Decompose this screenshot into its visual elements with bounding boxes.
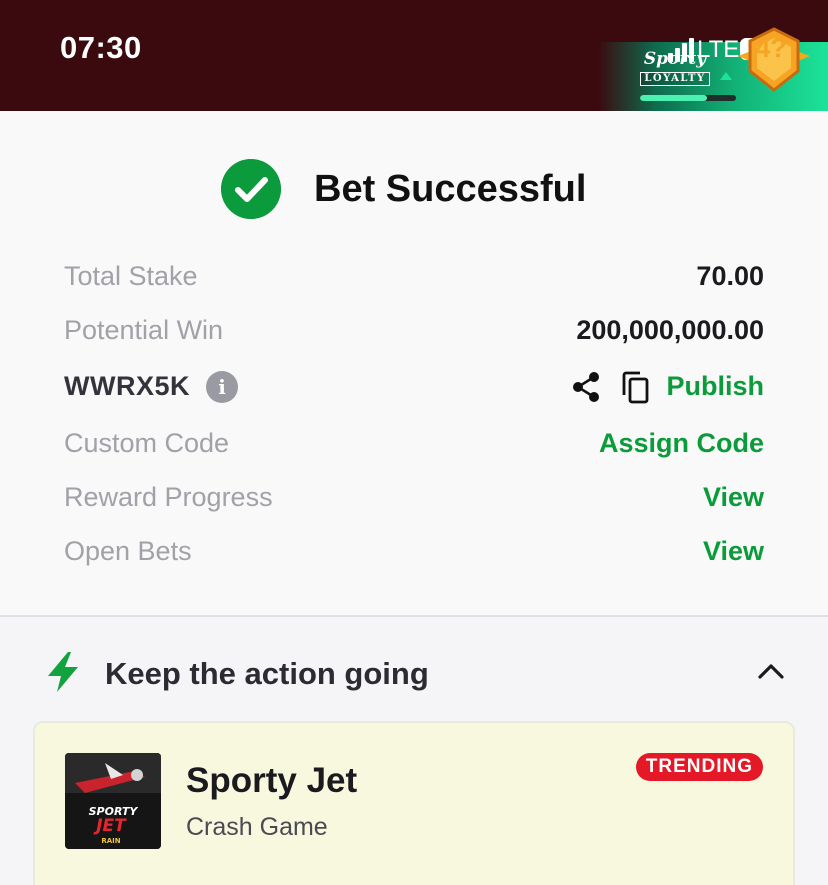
total-stake-label: Total Stake: [64, 261, 198, 291]
loyalty-progress-bar: [640, 95, 736, 101]
svg-text:RAIN: RAIN: [101, 837, 120, 845]
caret-up-icon: [720, 72, 732, 80]
copy-icon[interactable]: [620, 371, 650, 405]
assign-code-link[interactable]: Assign Code: [599, 428, 764, 459]
section-title: Keep the action going: [105, 656, 429, 691]
check-circle-icon: [221, 159, 281, 219]
reward-progress-label: Reward Progress: [64, 482, 273, 512]
potential-win-value: 200,000,000.00: [576, 315, 764, 345]
loyalty-level: 4?: [755, 33, 787, 63]
chevron-up-icon[interactable]: [757, 661, 785, 681]
info-icon[interactable]: i: [206, 371, 238, 403]
loyalty-progress-fill: [640, 95, 708, 101]
potential-win-label: Potential Win: [64, 315, 224, 345]
potential-win-row: Potential Win 200,000,000.00: [64, 315, 764, 349]
publish-link[interactable]: Publish: [666, 371, 764, 402]
booking-code-row: WWRX5K i Publish: [64, 371, 764, 405]
total-stake-row: Total Stake 70.00: [64, 261, 764, 295]
game-category: Crash Game: [186, 813, 328, 841]
open-bets-view-link[interactable]: View: [703, 536, 764, 567]
trending-badge: TRENDING: [635, 753, 763, 781]
custom-code-row: Custom Code Assign Code: [64, 428, 764, 462]
open-bets-label: Open Bets: [64, 536, 192, 566]
reward-progress-row: Reward Progress View: [64, 482, 764, 516]
status-time: 07:30: [60, 30, 142, 65]
open-bets-row: Open Bets View: [64, 536, 764, 570]
cellular-signal-icon: [668, 36, 694, 62]
game-card-sporty-jet[interactable]: SPORTY JET RAIN Sporty Jet Crash Game TR…: [33, 721, 795, 885]
total-stake-value: 70.00: [696, 261, 764, 291]
status-bar: 07:30 Sporty LOYALTY LTE 4?: [0, 0, 828, 111]
sporty-jet-thumbnail: SPORTY JET RAIN: [65, 753, 161, 849]
keep-action-section: Keep the action going SPORTY JET RAIN Sp…: [0, 617, 828, 885]
booking-code: WWRX5K: [64, 371, 190, 401]
share-icon[interactable]: [571, 371, 601, 403]
page-title: Bet Successful: [314, 168, 587, 210]
network-type: LTE: [697, 36, 740, 63]
lightning-bolt-icon: [48, 652, 78, 692]
reward-progress-view-link[interactable]: View: [703, 482, 764, 513]
bet-success-card: Bet Successful Total Stake 70.00 Potenti…: [0, 111, 828, 617]
custom-code-label: Custom Code: [64, 428, 230, 458]
svg-text:JET: JET: [93, 816, 127, 836]
game-name: Sporty Jet: [186, 761, 358, 800]
